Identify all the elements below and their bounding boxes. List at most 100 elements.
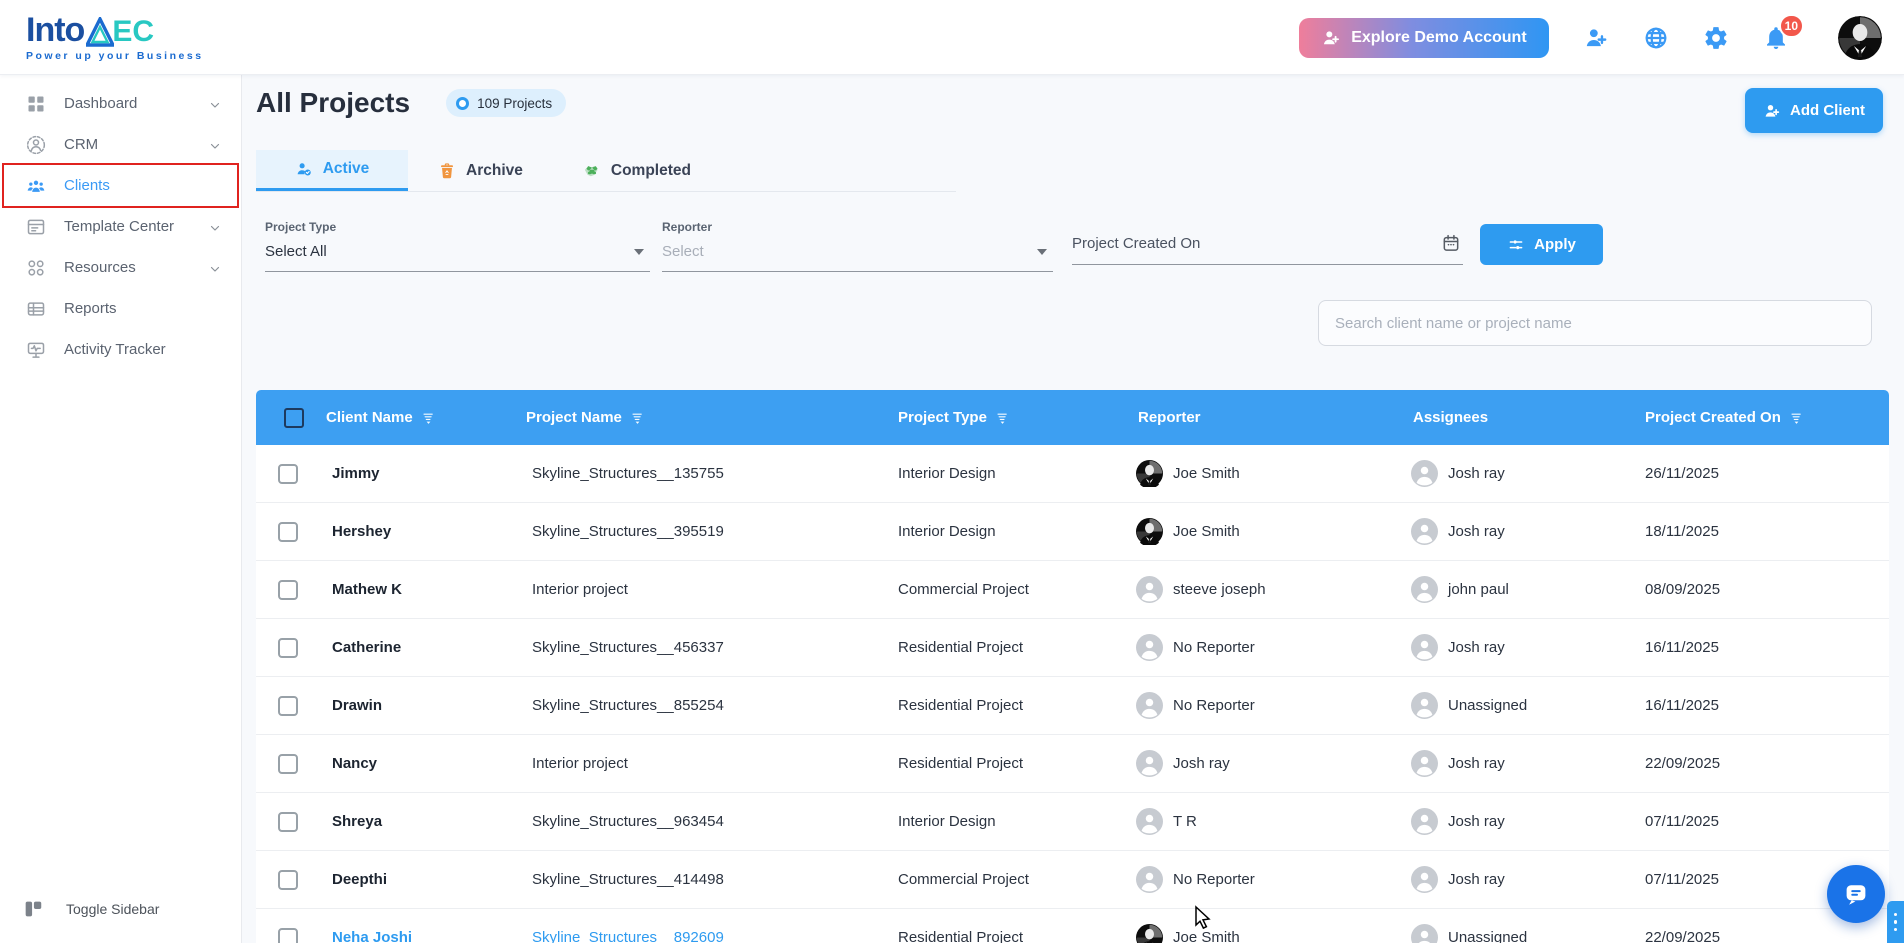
explore-demo-account-label: Explore Demo Account xyxy=(1351,28,1527,46)
search-input[interactable] xyxy=(1318,300,1872,346)
brand-logo[interactable]: Into EC Power up your Business xyxy=(26,13,204,62)
reporter-avatar xyxy=(1136,576,1163,603)
column-header-label: Client Name xyxy=(326,409,413,426)
page-header: All Projects 109 Projects xyxy=(256,87,567,119)
dashboard-icon xyxy=(26,94,46,114)
globe-icon[interactable] xyxy=(1643,25,1669,51)
page-title: All Projects xyxy=(256,87,411,118)
user-add-icon xyxy=(1763,102,1781,120)
chevron-down-icon xyxy=(634,248,644,255)
project-type-select[interactable]: Select All xyxy=(265,243,650,272)
cell-project-type: Commercial Project xyxy=(892,871,1132,888)
project-name[interactable]: Skyline_Structures__892609 xyxy=(532,929,724,943)
table-row: Hershey Skyline_Structures__395519 Interio… xyxy=(256,503,1889,561)
header-cell-project-type: Project Type xyxy=(892,409,1132,426)
client-name[interactable]: Neha Joshi xyxy=(332,929,412,943)
project-type-value: Select All xyxy=(265,243,327,260)
explore-demo-account-button[interactable]: Explore Demo Account xyxy=(1299,17,1549,58)
row-checkbox[interactable] xyxy=(278,811,298,832)
created-on-filter[interactable]: Project Created On xyxy=(1072,233,1463,265)
cell-project-name: Interior project xyxy=(520,755,892,772)
assignee-avatar xyxy=(1411,866,1438,893)
cell-created-on: 16/11/2025 xyxy=(1639,697,1889,714)
assignee-name: Josh ray xyxy=(1448,871,1505,888)
notification-count-badge: 10 xyxy=(1778,13,1804,38)
cell-checkbox xyxy=(256,869,320,890)
client-name: Drawin xyxy=(332,697,383,714)
row-checkbox[interactable] xyxy=(278,579,298,600)
cell-reporter: Joe Smith xyxy=(1132,460,1407,487)
reporter-filter[interactable]: Reporter Select xyxy=(662,220,1053,272)
row-checkbox[interactable] xyxy=(278,637,298,658)
logo-triangle-icon xyxy=(86,16,115,47)
project-type: Residential Project xyxy=(898,697,1024,714)
row-checkbox[interactable] xyxy=(278,463,298,484)
cell-checkbox xyxy=(256,463,320,484)
sidebar-item-template-center[interactable]: Template Center xyxy=(4,206,237,247)
row-checkbox[interactable] xyxy=(278,753,298,774)
cell-reporter: Joe Smith xyxy=(1132,518,1407,545)
row-checkbox[interactable] xyxy=(278,927,298,943)
cell-assignee: john paul xyxy=(1407,576,1639,603)
project-count-badge: 109 Projects xyxy=(446,89,567,117)
row-checkbox[interactable] xyxy=(278,869,298,890)
tab-completed[interactable]: Completed xyxy=(553,150,721,191)
person-check-icon xyxy=(295,160,313,178)
tab-archive[interactable]: Archive xyxy=(408,150,553,191)
created-on-datepicker[interactable]: Project Created On xyxy=(1072,233,1463,265)
reporter-avatar xyxy=(1136,692,1163,719)
table-row: Nancy Interior project Residential Project… xyxy=(256,735,1889,793)
row-checkbox[interactable] xyxy=(278,521,298,542)
created-on-date: 08/09/2025 xyxy=(1645,581,1721,598)
sidebar-item-reports[interactable]: Reports xyxy=(4,288,237,329)
template-icon xyxy=(26,217,46,237)
cell-client-name: Shreya xyxy=(320,813,520,830)
user-add-icon[interactable] xyxy=(1583,25,1609,51)
assignee-avatar xyxy=(1411,692,1438,719)
column-header-label: Project Created On xyxy=(1645,409,1781,426)
client-name: Jimmy xyxy=(332,465,380,482)
project-type: Interior Design xyxy=(898,465,996,482)
gear-icon[interactable] xyxy=(1703,25,1729,51)
cell-client-name: Deepthi xyxy=(320,871,520,888)
sidebar-item-crm[interactable]: CRM xyxy=(4,124,237,165)
toggle-sidebar-button[interactable]: Toggle Sidebar xyxy=(0,889,241,929)
sidebar-item-activity-tracker[interactable]: Activity Tracker xyxy=(4,329,237,370)
apply-filters-button[interactable]: Apply xyxy=(1480,224,1603,265)
sort-icon[interactable] xyxy=(1789,410,1804,425)
cell-reporter: steeve joseph xyxy=(1132,576,1407,603)
activity-icon xyxy=(26,340,46,360)
sidebar-item-resources[interactable]: Resources xyxy=(4,247,237,288)
project-type-filter[interactable]: Project Type Select All xyxy=(265,220,650,272)
tab-label: Active xyxy=(322,160,370,177)
sort-icon[interactable] xyxy=(421,410,436,425)
select-all-checkbox[interactable] xyxy=(284,407,304,428)
table-row: Catherine Skyline_Structures__456337 Resid… xyxy=(256,619,1889,677)
add-client-button[interactable]: Add Client xyxy=(1745,88,1883,133)
cell-assignee: Josh ray xyxy=(1407,518,1639,545)
row-checkbox[interactable] xyxy=(278,695,298,716)
assignee-avatar xyxy=(1411,576,1438,603)
project-type-label: Project Type xyxy=(265,220,337,234)
created-on-placeholder: Project Created On xyxy=(1072,234,1201,252)
profile-avatar[interactable] xyxy=(1838,15,1882,60)
cell-checkbox xyxy=(256,927,320,943)
floating-menu-button[interactable] xyxy=(1887,901,1904,943)
sidebar-item-clients[interactable]: Clients xyxy=(2,163,239,208)
cell-client-name: Catherine xyxy=(320,639,520,656)
reporter-select[interactable]: Select xyxy=(662,243,1053,272)
sort-icon[interactable] xyxy=(630,410,645,425)
reporter-name: Josh ray xyxy=(1173,755,1230,772)
client-name: Deepthi xyxy=(332,871,388,888)
cell-reporter: Joe Smith xyxy=(1132,924,1407,943)
cell-checkbox xyxy=(256,811,320,832)
tab-active[interactable]: Active xyxy=(256,150,408,191)
sort-icon[interactable] xyxy=(995,410,1010,425)
cell-client-name: Drawin xyxy=(320,697,520,714)
sidebar-item-dashboard[interactable]: Dashboard xyxy=(4,83,237,124)
chat-widget-button[interactable] xyxy=(1827,865,1885,923)
client-name: Mathew K xyxy=(332,581,403,598)
cell-reporter: No Reporter xyxy=(1132,634,1407,661)
cell-reporter: No Reporter xyxy=(1132,692,1407,719)
project-name: Skyline_Structures__855254 xyxy=(532,697,724,714)
